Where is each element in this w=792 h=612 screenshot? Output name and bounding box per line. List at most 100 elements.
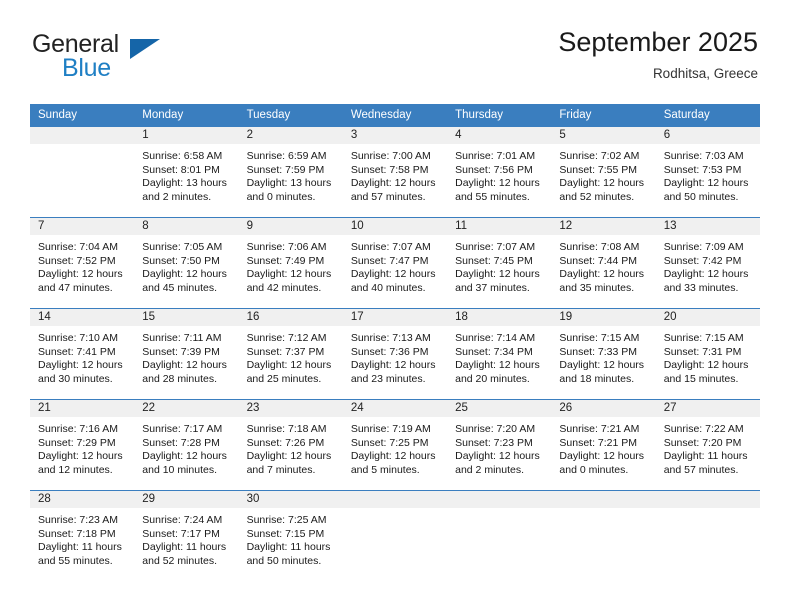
day-details: Sunrise: 7:08 AM Sunset: 7:44 PM Daylight:… — [551, 235, 655, 295]
daylight-text-line2: and 33 minutes. — [663, 281, 739, 294]
calendar-day-cell[interactable]: 2 Sunrise: 6:59 AM Sunset: 7:59 PM Daylight… — [238, 126, 343, 218]
calendar-day-cell[interactable]: 1 Sunrise: 6:58 AM Sunset: 8:01 PM Daylight… — [134, 126, 239, 218]
daylight-text-line2: and 57 minutes. — [663, 463, 739, 476]
calendar-day-cell[interactable]: 10 Sunrise: 7:07 AM Sunset: 7:47 PM Dayligh… — [342, 217, 448, 309]
calendar-day-cell-empty — [447, 490, 552, 581]
daylight-text-line1: Daylight: 11 hours — [142, 541, 227, 554]
sunrise-text: Sunrise: 7:07 AM — [350, 241, 431, 253]
day-number: 2 — [238, 127, 343, 144]
calendar-day-cell[interactable]: 17 Sunrise: 7:13 AM Sunset: 7:36 PM Dayligh… — [342, 308, 448, 400]
day-number: 9 — [238, 218, 343, 235]
daylight-text-line1: Daylight: 12 hours — [350, 359, 436, 372]
daylight-text-line1: Daylight: 12 hours — [559, 450, 645, 463]
day-details: Sunrise: 7:05 AM Sunset: 7:50 PM Daylight:… — [134, 235, 238, 295]
day-details: Sunrise: 7:21 AM Sunset: 7:21 PM Daylight:… — [551, 417, 655, 477]
calendar-day-cell[interactable]: 21 Sunrise: 7:16 AM Sunset: 7:29 PM Dayligh… — [30, 399, 135, 491]
sunset-text: Sunset: 7:18 PM — [38, 527, 116, 540]
day-details: Sunrise: 7:09 AM Sunset: 7:42 PM Daylight:… — [656, 235, 760, 295]
daylight-text-line1: Daylight: 11 hours — [38, 541, 122, 554]
calendar-day-cell[interactable]: 27 Sunrise: 7:22 AM Sunset: 7:20 PM Dayligh… — [655, 399, 760, 491]
calendar-day-cell[interactable]: 25 Sunrise: 7:20 AM Sunset: 7:23 PM Dayligh… — [447, 399, 552, 491]
daylight-text-line1: Daylight: 12 hours — [455, 268, 540, 281]
day-details: Sunrise: 7:24 AM Sunset: 7:17 PM Daylight:… — [134, 508, 238, 568]
sunset-text: Sunset: 7:26 PM — [246, 436, 325, 449]
sunrise-text: Sunrise: 6:59 AM — [246, 150, 327, 162]
calendar-day-cell[interactable]: 14 Sunrise: 7:10 AM Sunset: 7:41 PM Dayligh… — [30, 308, 135, 400]
calendar-body: 1 Sunrise: 6:58 AM Sunset: 8:01 PM Daylight… — [30, 126, 760, 581]
calendar-day-cell[interactable]: 28 Sunrise: 7:23 AM Sunset: 7:18 PM Dayligh… — [30, 490, 135, 581]
calendar-day-cell[interactable]: 12 Sunrise: 7:08 AM Sunset: 7:44 PM Dayligh… — [551, 217, 656, 309]
calendar-day-cell[interactable]: 6 Sunrise: 7:03 AM Sunset: 7:53 PM Daylight… — [655, 126, 760, 218]
calendar-day-cell[interactable]: 24 Sunrise: 7:19 AM Sunset: 7:25 PM Dayligh… — [342, 399, 448, 491]
calendar-week-row: 14 Sunrise: 7:10 AM Sunset: 7:41 PM Dayligh… — [30, 308, 760, 400]
calendar-day-cell[interactable]: 26 Sunrise: 7:21 AM Sunset: 7:21 PM Dayligh… — [551, 399, 656, 491]
calendar-day-cell[interactable]: 19 Sunrise: 7:15 AM Sunset: 7:33 PM Dayligh… — [551, 308, 656, 400]
calendar-day-cell[interactable]: 4 Sunrise: 7:01 AM Sunset: 7:56 PM Daylight… — [447, 126, 552, 218]
daylight-text-line1: Daylight: 12 hours — [142, 268, 227, 281]
day-details: Sunrise: 7:03 AM Sunset: 7:53 PM Daylight:… — [656, 144, 760, 204]
daylight-text-line1: Daylight: 12 hours — [455, 450, 540, 463]
calendar-day-cell[interactable]: 30 Sunrise: 7:25 AM Sunset: 7:15 PM Dayligh… — [238, 490, 343, 581]
day-number — [30, 127, 135, 144]
calendar-day-cell[interactable]: 15 Sunrise: 7:11 AM Sunset: 7:39 PM Dayligh… — [134, 308, 239, 400]
sunrise-text: Sunrise: 7:02 AM — [559, 150, 640, 162]
triangle-icon — [130, 39, 160, 59]
sunrise-text: Sunrise: 7:15 AM — [559, 332, 640, 344]
calendar-day-cell[interactable]: 3 Sunrise: 7:00 AM Sunset: 7:58 PM Daylight… — [342, 126, 448, 218]
day-number: 17 — [342, 309, 448, 326]
day-number: 23 — [238, 400, 343, 417]
sunrise-text: Sunrise: 6:58 AM — [142, 150, 223, 162]
calendar-day-cell[interactable]: 9 Sunrise: 7:06 AM Sunset: 7:49 PM Daylight… — [238, 217, 343, 309]
weekday-header-saturday: Saturday — [655, 104, 760, 127]
daylight-text-line2: and 10 minutes. — [142, 463, 217, 476]
brand-logo[interactable]: General Blue — [32, 30, 292, 88]
day-number: 27 — [655, 400, 760, 417]
calendar-day-cell[interactable]: 18 Sunrise: 7:14 AM Sunset: 7:34 PM Dayligh… — [447, 308, 552, 400]
day-number: 6 — [655, 127, 760, 144]
calendar-day-cell[interactable]: 16 Sunrise: 7:12 AM Sunset: 7:37 PM Dayligh… — [238, 308, 343, 400]
calendar-day-cell[interactable]: 23 Sunrise: 7:18 AM Sunset: 7:26 PM Dayligh… — [238, 399, 343, 491]
day-number: 30 — [238, 491, 343, 508]
day-number: 20 — [655, 309, 760, 326]
sunset-text: Sunset: 7:55 PM — [559, 163, 638, 176]
daylight-text-line1: Daylight: 13 hours — [246, 177, 332, 190]
calendar-day-cell[interactable]: 8 Sunrise: 7:05 AM Sunset: 7:50 PM Daylight… — [134, 217, 239, 309]
day-details: Sunrise: 7:13 AM Sunset: 7:36 PM Daylight:… — [343, 326, 447, 386]
daylight-text-line1: Daylight: 12 hours — [38, 268, 123, 281]
sunset-text: Sunset: 7:59 PM — [246, 163, 325, 176]
calendar-day-cell[interactable]: 20 Sunrise: 7:15 AM Sunset: 7:31 PM Dayligh… — [655, 308, 760, 400]
daylight-text-line1: Daylight: 12 hours — [663, 177, 749, 190]
calendar-day-cell[interactable]: 22 Sunrise: 7:17 AM Sunset: 7:28 PM Dayligh… — [134, 399, 239, 491]
calendar-day-cell[interactable]: 29 Sunrise: 7:24 AM Sunset: 7:17 PM Dayligh… — [134, 490, 239, 581]
sunset-text: Sunset: 7:42 PM — [663, 254, 742, 267]
calendar-day-cell-empty — [30, 126, 135, 218]
daylight-text-line1: Daylight: 12 hours — [559, 268, 645, 281]
day-number: 5 — [551, 127, 656, 144]
calendar-day-cell[interactable]: 13 Sunrise: 7:09 AM Sunset: 7:42 PM Dayligh… — [655, 217, 760, 309]
calendar-day-cell[interactable]: 5 Sunrise: 7:02 AM Sunset: 7:55 PM Daylight… — [551, 126, 656, 218]
sunset-text: Sunset: 7:29 PM — [38, 436, 116, 449]
day-number: 16 — [238, 309, 343, 326]
sunset-text: Sunset: 7:33 PM — [559, 345, 638, 358]
daylight-text-line2: and 42 minutes. — [246, 281, 322, 294]
day-number — [342, 491, 448, 508]
daylight-text-line2: and 2 minutes. — [455, 463, 525, 476]
day-number: 26 — [551, 400, 656, 417]
calendar-table: Sunday Monday Tuesday Wednesday Thursday… — [30, 104, 760, 581]
calendar-week-row: 1 Sunrise: 6:58 AM Sunset: 8:01 PM Daylight… — [30, 126, 760, 218]
day-details: Sunrise: 7:10 AM Sunset: 7:41 PM Daylight:… — [30, 326, 134, 386]
day-number — [655, 491, 760, 508]
daylight-text-line2: and 57 minutes. — [350, 190, 426, 203]
day-details: Sunrise: 7:06 AM Sunset: 7:49 PM Daylight:… — [239, 235, 343, 295]
sunrise-text: Sunrise: 7:10 AM — [38, 332, 118, 344]
calendar-day-cell[interactable]: 7 Sunrise: 7:04 AM Sunset: 7:52 PM Daylight… — [30, 217, 135, 309]
sunset-text: Sunset: 7:45 PM — [455, 254, 533, 267]
sunset-text: Sunset: 7:17 PM — [142, 527, 220, 540]
brand-name-blue: Blue — [62, 54, 111, 82]
calendar-day-cell[interactable]: 11 Sunrise: 7:07 AM Sunset: 7:45 PM Dayligh… — [447, 217, 552, 309]
daylight-text-line2: and 50 minutes. — [663, 190, 739, 203]
sunrise-text: Sunrise: 7:23 AM — [38, 514, 118, 526]
daylight-text-line1: Daylight: 12 hours — [455, 359, 540, 372]
sunset-text: Sunset: 7:58 PM — [350, 163, 429, 176]
day-details: Sunrise: 7:15 AM Sunset: 7:33 PM Daylight:… — [551, 326, 655, 386]
